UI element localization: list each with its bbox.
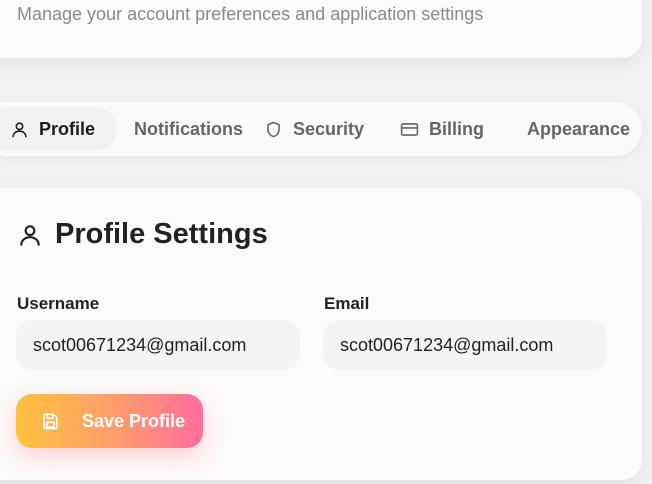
tab-billing-label: Billing <box>429 118 484 139</box>
tab-appearance[interactable]: Appearance <box>527 107 630 151</box>
email-label: Email <box>324 294 370 313</box>
save-icon <box>43 413 58 429</box>
tab-profile-label: Profile <box>39 118 96 139</box>
email-field[interactable] <box>323 320 607 370</box>
shield-icon <box>267 121 280 137</box>
user-icon <box>20 224 40 246</box>
save-profile-label: Save Profile <box>82 410 186 431</box>
user-icon <box>12 121 27 137</box>
tab-security[interactable]: Security <box>264 107 364 151</box>
tab-profile[interactable]: Profile <box>0 107 118 151</box>
page-header-card: Manage your account preferences and appl… <box>0 0 642 58</box>
section-title: Profile Settings <box>17 218 268 251</box>
settings-tab-bar: Profile Notifications Security Billing A… <box>0 102 642 156</box>
section-title-text: Profile Settings <box>55 218 268 250</box>
credit-card-icon <box>400 122 419 136</box>
tab-billing[interactable]: Billing <box>400 107 484 151</box>
username-label: Username <box>17 294 100 313</box>
tab-security-label: Security <box>293 118 365 139</box>
page-subtitle: Manage your account preferences and appl… <box>17 4 484 24</box>
profile-settings-card: Profile Settings Username Email Save Pro… <box>0 188 642 480</box>
tab-notifications[interactable]: Notifications <box>134 107 243 151</box>
save-profile-button[interactable]: Save Profile <box>16 394 203 448</box>
tab-notifications-label: Notifications <box>134 118 244 139</box>
username-field[interactable] <box>16 320 300 370</box>
tab-appearance-label: Appearance <box>527 118 631 139</box>
